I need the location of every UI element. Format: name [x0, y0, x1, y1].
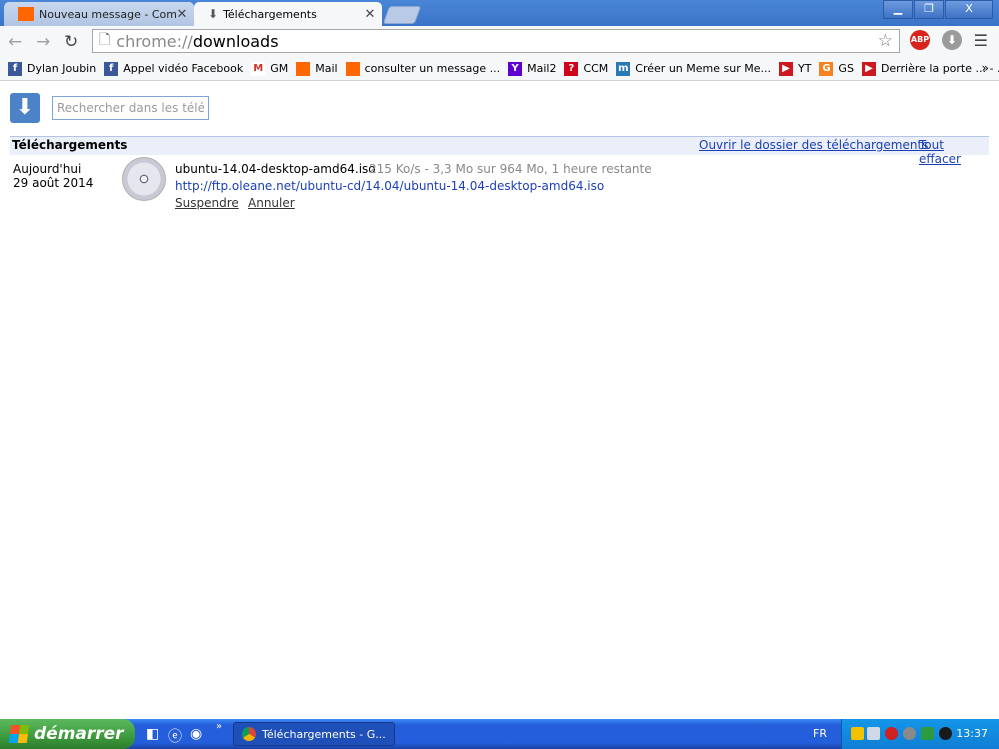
back-arrow-icon[interactable]: ←	[8, 32, 22, 52]
antivirus-icon[interactable]	[885, 727, 898, 740]
bookmark-label: Dylan Joubin	[27, 62, 97, 75]
start-button[interactable]: démarrer	[0, 719, 135, 749]
chrome-quicklaunch-icon[interactable]: ◉	[190, 726, 202, 742]
browser-toolbar: ← → ↻ 🗋 chrome://downloads ☆ ABP ⬇ ☰	[0, 26, 999, 57]
gs-icon: G	[819, 61, 834, 76]
orange-icon	[296, 61, 311, 76]
youtube-icon: ▶	[778, 61, 793, 76]
download-url-link[interactable]: http://ftp.oleane.net/ubuntu-cd/14.04/ub…	[175, 179, 604, 193]
disc-file-icon	[122, 157, 166, 201]
windows-logo-icon	[8, 725, 30, 743]
window-controls: ▁ ❐ X	[882, 0, 993, 19]
taskbar-item-chrome[interactable]: Téléchargements - G...	[233, 722, 395, 746]
facebook-icon: f	[8, 61, 22, 76]
system-tray: 13:37	[841, 719, 999, 749]
network-icon[interactable]	[867, 727, 880, 740]
date-value: 29 août 2014	[13, 176, 94, 190]
tab-title: Nouveau message - Commun	[39, 7, 176, 21]
bookmark-label: Appel vidéo Facebook	[123, 62, 244, 75]
bookmark-label: Créer un Meme sur Me...	[635, 62, 771, 75]
date-label: Aujourd'hui	[13, 162, 82, 176]
extension-download-icon[interactable]: ⬇	[942, 30, 962, 50]
downloads-header: Téléchargements Ouvrir le dossier des té…	[10, 136, 989, 166]
search-input[interactable]	[52, 96, 209, 120]
url-text: chrome://downloads	[116, 31, 279, 51]
download-file-name: ubuntu-14.04-desktop-amd64.iso	[175, 162, 376, 176]
close-window-button[interactable]: X	[945, 0, 993, 19]
minimize-button[interactable]: ▁	[883, 0, 913, 19]
download-date: Aujourd'hui 29 août 2014	[13, 162, 93, 190]
reload-icon[interactable]: ↻	[64, 32, 78, 52]
tab-strip: Nouveau message - Commun ✕ ⬇ Téléchargem…	[0, 0, 999, 26]
menu-icon[interactable]: ☰	[974, 31, 988, 50]
bookmark-item[interactable]: ▶ Derrière la porte ... - ...	[861, 61, 999, 76]
yahoo-icon: Y	[508, 61, 523, 76]
page-title: Téléchargements	[12, 138, 128, 152]
download-favicon-icon: ⬇	[208, 7, 219, 21]
bookmarks-overflow-icon[interactable]: »	[982, 61, 989, 75]
suspend-link[interactable]: Suspendre	[175, 196, 239, 210]
new-tab-button[interactable]	[382, 6, 422, 24]
bookmarks-bar: f Dylan Joubin f Appel vidéo Facebook M GM Mai…	[0, 57, 999, 81]
clock: 13:37	[956, 727, 988, 740]
bookmark-item[interactable]: f Dylan Joubin	[8, 61, 97, 76]
orange-favicon-icon	[18, 7, 34, 21]
bookmark-item[interactable]: M GM	[251, 61, 289, 76]
wireless-icon[interactable]	[939, 727, 952, 740]
page-icon: 🗋	[99, 32, 111, 48]
bookmark-label: Mail	[315, 62, 338, 75]
chrome-icon	[242, 727, 256, 741]
open-folder-link[interactable]: Ouvrir le dossier des téléchargements	[699, 138, 928, 152]
facebook-icon: f	[104, 61, 119, 76]
tab-downloads[interactable]: ⬇ Téléchargements ✕	[194, 2, 382, 26]
download-progress-text: 215 Ko/s - 3,3 Mo sur 964 Mo, 1 heure re…	[369, 162, 652, 176]
bookmark-item[interactable]: f Appel vidéo Facebook	[104, 61, 244, 76]
taskbar: démarrer ◧ ⓔ ◉ » Téléchargements - G... …	[0, 719, 999, 749]
youtube-icon: ▶	[861, 61, 876, 76]
tab-title: Téléchargements	[223, 7, 317, 21]
gmail-icon: M	[251, 61, 266, 76]
forward-arrow-icon[interactable]: →	[36, 32, 50, 52]
security-shield-icon[interactable]	[851, 727, 864, 740]
bookmark-item[interactable]: m Créer un Meme sur Me...	[616, 61, 771, 76]
bookmark-item[interactable]: ▶ YT	[778, 61, 812, 76]
tab-orange-mail[interactable]: Nouveau message - Commun ✕	[4, 2, 194, 26]
cancel-link[interactable]: Annuler	[248, 196, 295, 210]
quicklaunch-more-icon[interactable]: »	[216, 721, 222, 732]
bookmark-item[interactable]: Y Mail2	[508, 61, 557, 76]
taskbar-item-label: Téléchargements - G...	[262, 727, 386, 741]
speaker-icon[interactable]	[903, 727, 916, 740]
bookmark-item[interactable]: ? CCM	[564, 61, 609, 76]
meme-icon: m	[616, 61, 631, 76]
restore-button[interactable]: ❐	[914, 0, 944, 19]
bookmark-label: consulter un message ...	[364, 62, 501, 75]
orange-icon	[345, 61, 360, 76]
bookmark-item[interactable]: G GS	[819, 61, 854, 76]
bookmark-item[interactable]: consulter un message ...	[345, 61, 501, 76]
start-label: démarrer	[34, 724, 124, 744]
tab-close-icon[interactable]: ✕	[364, 7, 376, 22]
bookmark-label: YT	[797, 62, 812, 75]
clear-all-link[interactable]: Tout effacer	[919, 138, 989, 166]
address-bar[interactable]: 🗋 chrome://downloads ☆	[92, 29, 900, 53]
downloads-logo-icon: ⬇	[10, 93, 40, 123]
bookmark-item[interactable]: Mail	[296, 61, 338, 76]
bookmark-label: GS	[838, 62, 854, 75]
bookmark-label: Mail2	[527, 62, 557, 75]
ccm-icon: ?	[564, 61, 579, 76]
adblock-plus-icon[interactable]: ABP	[910, 30, 930, 50]
bookmark-star-icon[interactable]: ☆	[878, 31, 893, 51]
show-desktop-icon[interactable]: ◧	[146, 726, 159, 742]
tab-close-icon[interactable]: ✕	[176, 7, 188, 22]
bookmark-label: GM	[270, 62, 289, 75]
language-indicator[interactable]: FR	[813, 727, 827, 740]
update-icon[interactable]	[921, 727, 934, 740]
internet-explorer-icon[interactable]: ⓔ	[168, 726, 182, 746]
bookmark-label: CCM	[583, 62, 609, 75]
